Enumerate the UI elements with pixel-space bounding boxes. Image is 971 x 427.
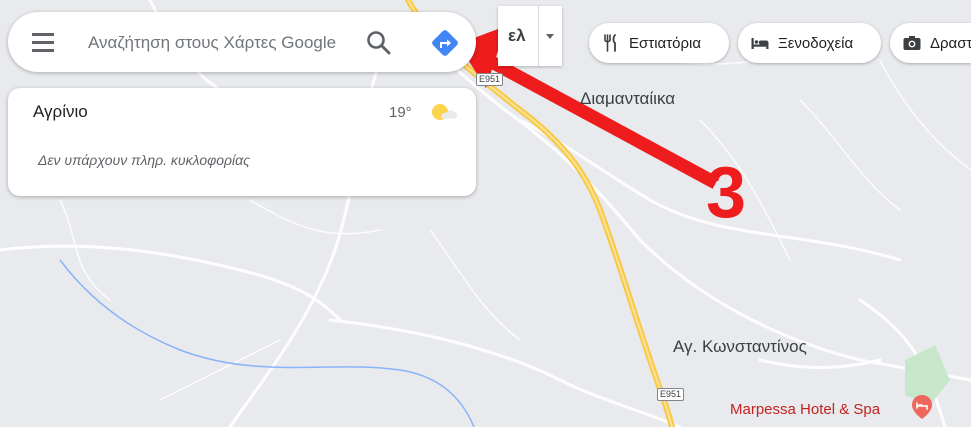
search-bar xyxy=(8,12,476,72)
caret-down-icon[interactable] xyxy=(544,33,556,41)
chip-hotels[interactable]: Ξενοδοχεία xyxy=(738,23,881,63)
chip-restaurants-label: Εστιατόρια xyxy=(629,34,701,52)
road-shield-e951-top: E951 xyxy=(476,73,504,86)
chip-hotels-label: Ξενοδοχεία xyxy=(778,34,854,52)
temperature: 19° xyxy=(389,104,412,121)
road-shield-e951-bottom: E951 xyxy=(657,388,685,401)
place-label-diamantaiika: Διαμανταίικα xyxy=(580,89,676,108)
search-input[interactable] xyxy=(86,30,352,56)
divider xyxy=(538,6,539,66)
hamburger-menu-icon[interactable] xyxy=(30,30,56,54)
traffic-message: Δεν υπάρχουν πληρ. κυκλοφορίας xyxy=(38,152,250,168)
camera-icon xyxy=(903,36,921,50)
chip-activities[interactable]: Δραστηριότητες xyxy=(890,23,971,63)
directions-diamond-icon[interactable] xyxy=(430,28,460,58)
bed-icon xyxy=(751,38,769,49)
magnifier-icon[interactable] xyxy=(364,28,394,58)
chip-activities-label: Δραστηριότητες xyxy=(930,34,971,52)
annotation-number: 3 xyxy=(706,153,747,233)
chip-restaurants[interactable]: Εστιατόρια xyxy=(589,23,729,63)
poi-label-marpessa-hotel[interactable]: Marpessa Hotel & Spa xyxy=(730,401,880,418)
sun-cloud-icon xyxy=(432,104,458,120)
place-label-ag-konstantinos: Αγ. Κωνσταντίνος xyxy=(673,337,807,356)
weather-card: Αγρίνιο 19° Δεν υπάρχουν πληρ. κυκλοφορί… xyxy=(8,88,476,196)
language-toggle[interactable]: ελ xyxy=(508,26,526,46)
fork-knife-icon xyxy=(604,34,616,52)
city-name: Αγρίνιο xyxy=(33,102,88,121)
hotel-pin-icon[interactable] xyxy=(909,394,935,420)
language-layer-control: ελ xyxy=(498,6,562,66)
